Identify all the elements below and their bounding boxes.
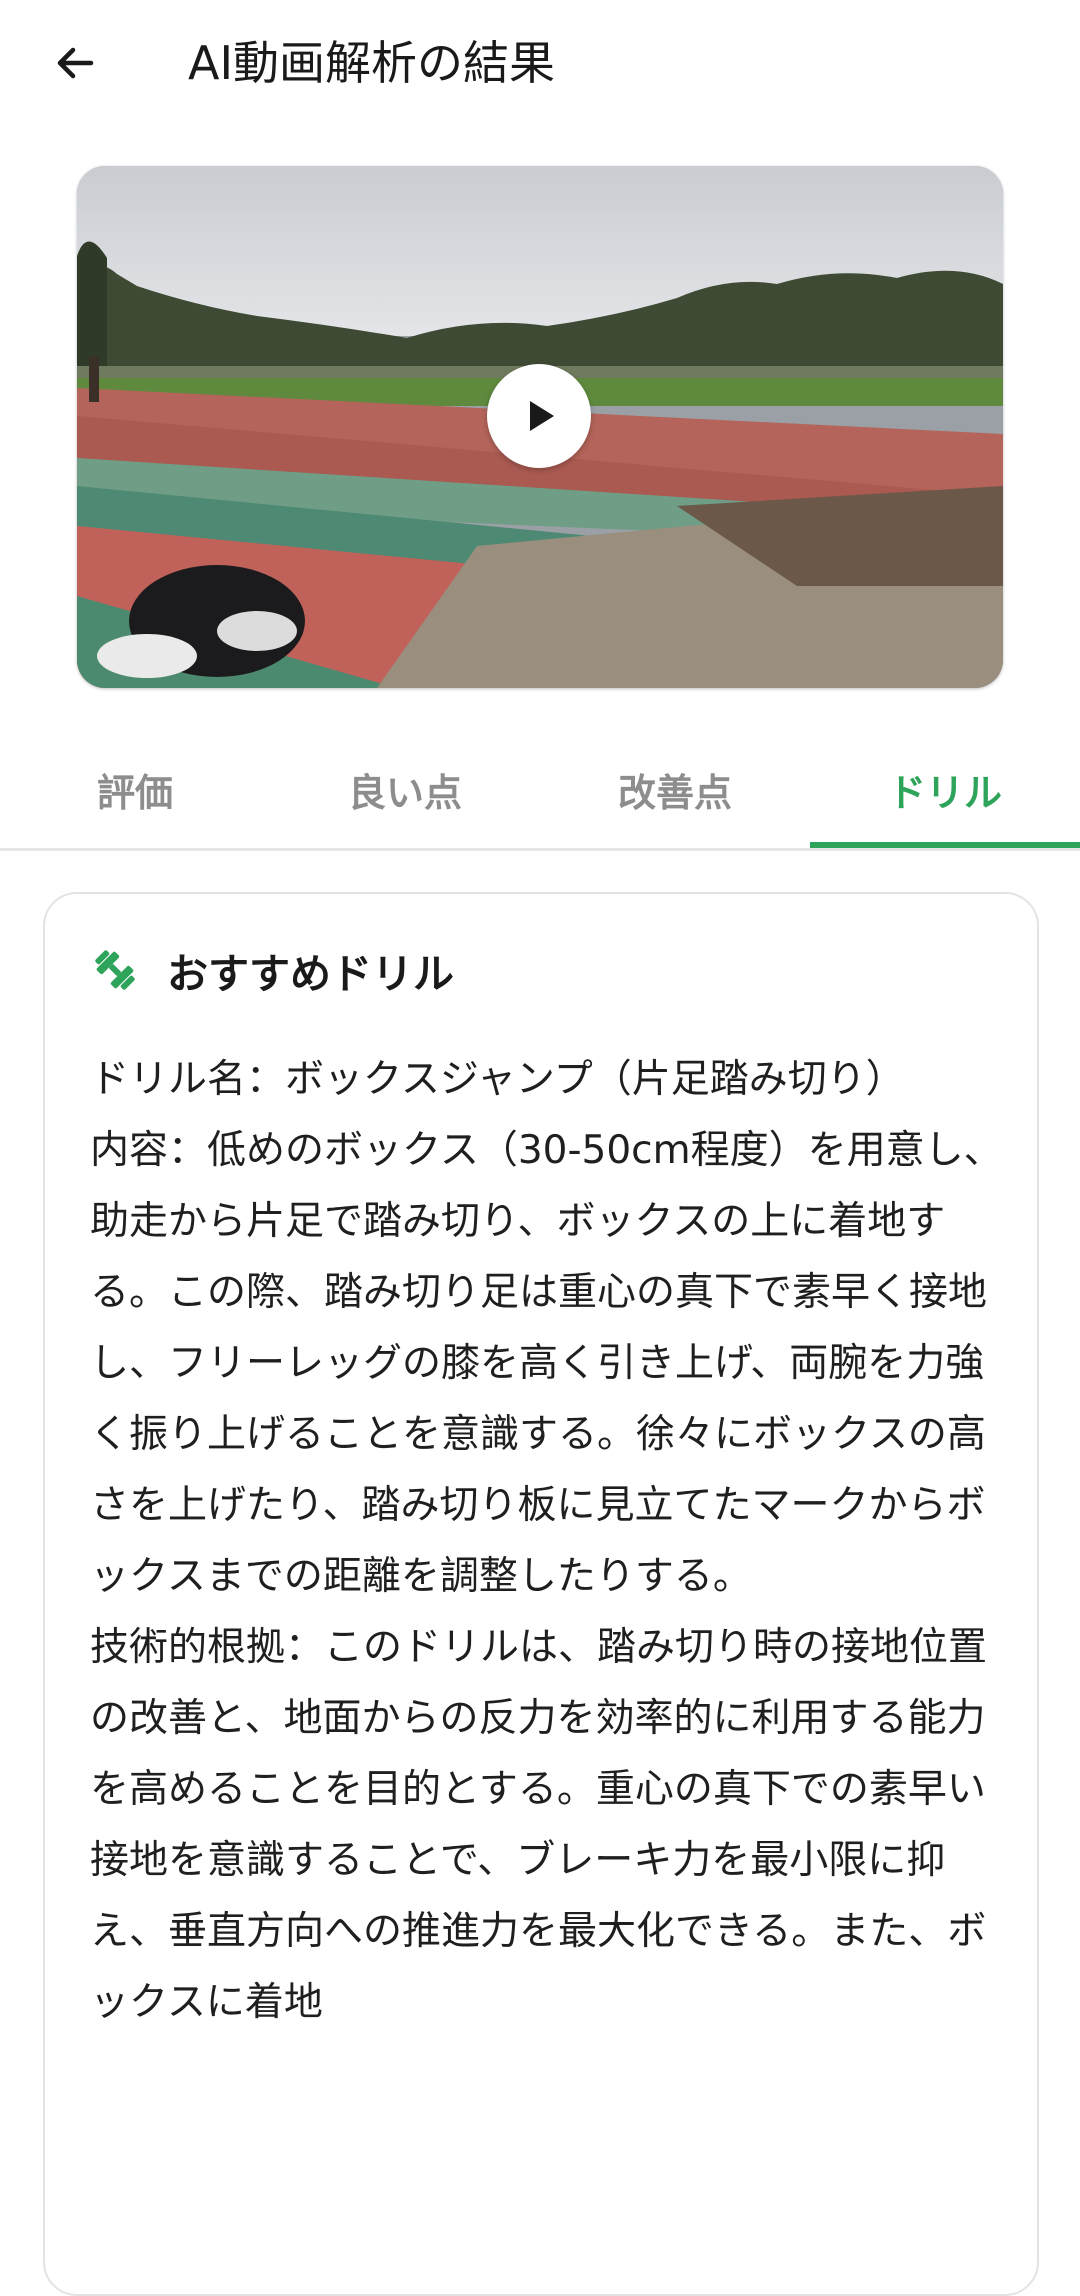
- video-player[interactable]: [77, 166, 1003, 688]
- play-icon: [530, 401, 554, 431]
- active-tab-indicator: [810, 842, 1080, 848]
- page-title: AI動画解析の結果: [188, 36, 556, 90]
- app-bar: AI動画解析の結果: [0, 0, 1080, 126]
- drill-name: ドリル名：ボックスジャンプ（片足踏み切り）: [90, 1057, 905, 1102]
- play-button[interactable]: [487, 364, 591, 468]
- tab-drill[interactable]: ドリル: [810, 730, 1080, 848]
- card-title: おすすめドリル: [167, 950, 454, 998]
- drill-content: 内容：低めのボックス（30-50cm程度）を用意し、助走から片足で踏み切り、ボッ…: [90, 1128, 1003, 1599]
- card-header: おすすめドリル: [89, 940, 454, 1000]
- tab-evaluation[interactable]: 評価: [0, 730, 270, 848]
- tab-bar: 評価 良い点 改善点 ドリル: [0, 730, 1080, 851]
- arrow-left-icon: [57, 47, 94, 79]
- tab-improvements[interactable]: 改善点: [540, 730, 810, 848]
- dumbbell-icon: [89, 944, 141, 996]
- drill-card: おすすめドリル ドリル名：ボックスジャンプ（片足踏み切り） 内容：低めのボックス…: [43, 892, 1039, 2296]
- drill-rationale: 技術的根拠：このドリルは、踏み切り時の接地位置の改善と、地面からの反力を効率的に…: [90, 1625, 988, 2025]
- tab-good-points[interactable]: 良い点: [270, 730, 540, 848]
- back-button[interactable]: [40, 28, 110, 98]
- drill-description: ドリル名：ボックスジャンプ（片足踏み切り） 内容：低めのボックス（30-50cm…: [90, 1044, 1010, 2038]
